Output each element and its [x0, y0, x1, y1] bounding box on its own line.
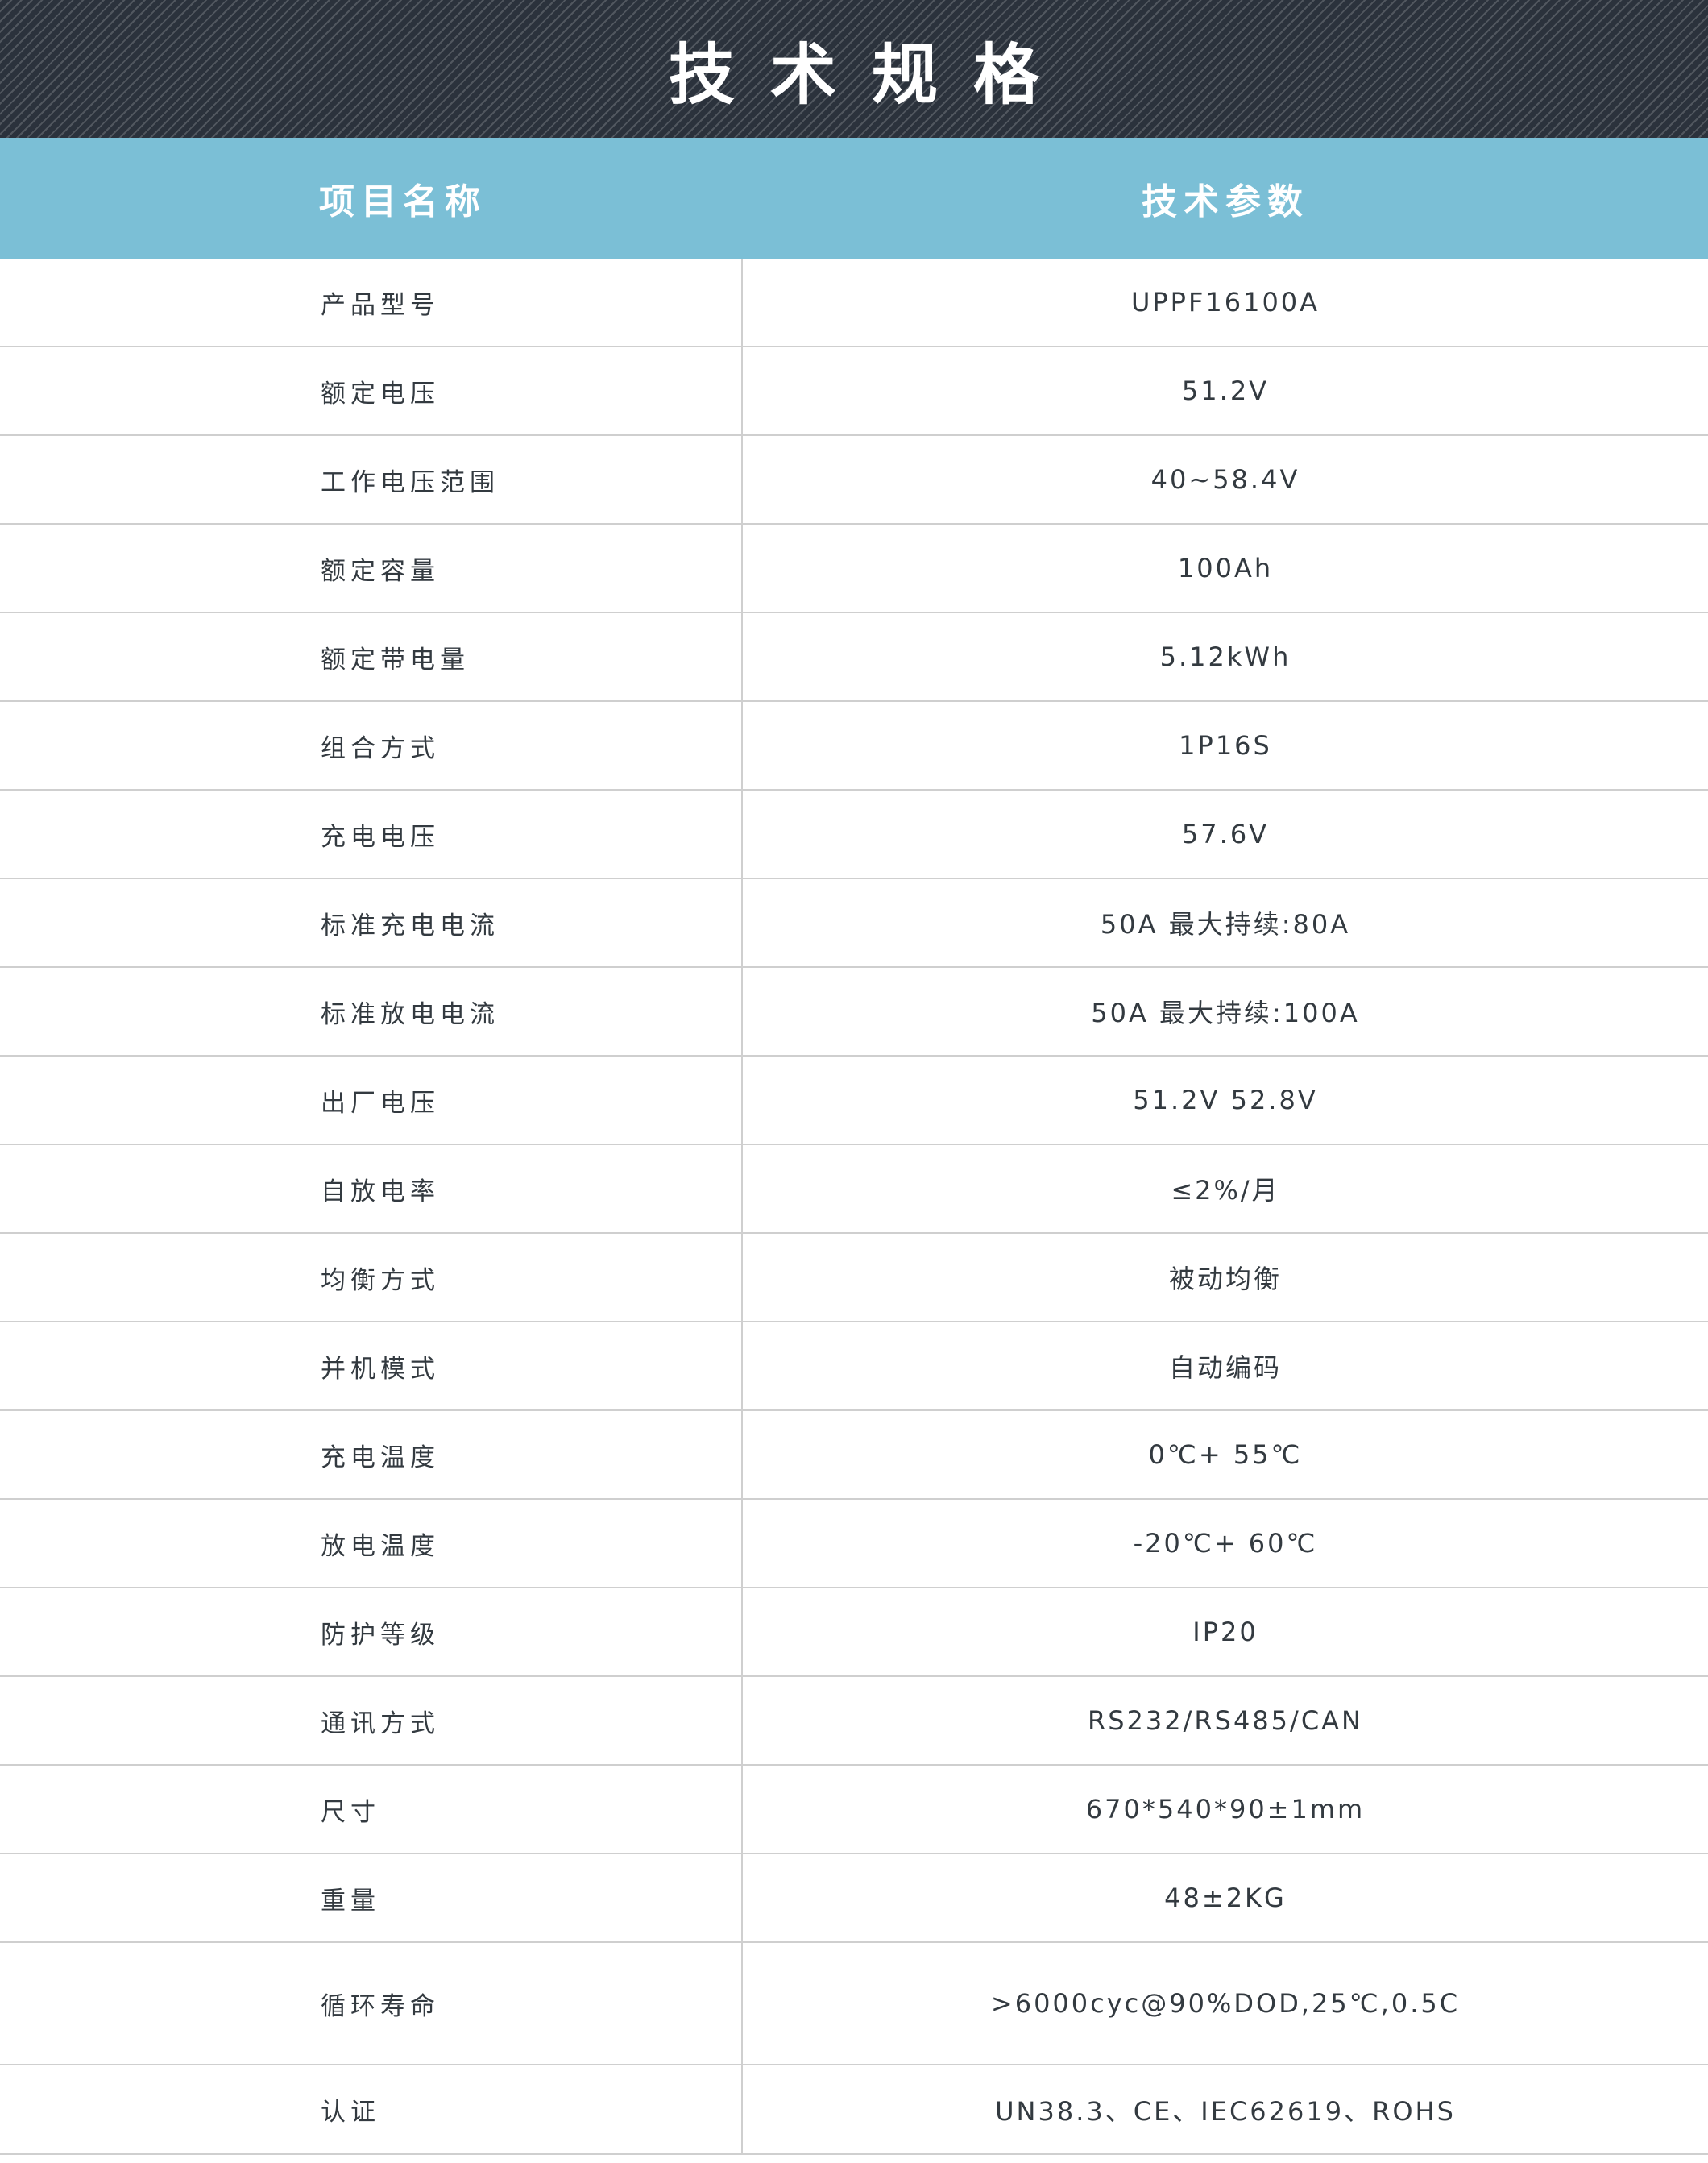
spec-value: 自动编码	[1168, 1352, 1282, 1383]
spec-value: UPPF16100A	[1130, 287, 1320, 318]
spec-value: 50A 最大持续:80A	[1100, 909, 1351, 940]
table-row: 额定带电量 5.12kWh	[0, 613, 1708, 702]
spec-name: 认证	[0, 2065, 743, 2153]
spec-value: 51.2V 52.8V	[1133, 1085, 1318, 1115]
spec-name: 放电温度	[0, 1500, 743, 1587]
spec-value: 40~58.4V	[1150, 464, 1300, 495]
spec-value: 670*540*90±1mm	[1085, 1794, 1366, 1825]
spec-name: 标准放电电流	[0, 968, 743, 1055]
spec-value: >6000cyc@90%DOD,25℃,0.5C	[990, 1988, 1461, 2019]
spec-name: 尺寸	[0, 1766, 743, 1853]
spec-name: 出厂电压	[0, 1057, 743, 1144]
spec-value: 5.12kWh	[1159, 641, 1291, 672]
spec-value: 1P16S	[1179, 730, 1272, 761]
spec-name: 组合方式	[0, 702, 743, 789]
table-row: 出厂电压 51.2V 52.8V	[0, 1057, 1708, 1145]
table-row: 通讯方式 RS232/RS485/CAN	[0, 1677, 1708, 1766]
spec-value: 0℃+ 55℃	[1148, 1439, 1303, 1470]
spec-table: 产品型号 UPPF16100A 额定电压 51.2V 工作电压范围 40~58.…	[0, 259, 1708, 2155]
spec-name: 额定容量	[0, 525, 743, 612]
table-header: 项目名称 技术参数	[0, 138, 1708, 259]
spec-value: 57.6V	[1181, 819, 1270, 849]
spec-name: 产品型号	[0, 259, 743, 346]
table-row: 充电电压 57.6V	[0, 791, 1708, 879]
table-row: 均衡方式 被动均衡	[0, 1234, 1708, 1322]
title-band: 技术规格	[0, 0, 1708, 138]
spec-name: 充电电压	[0, 791, 743, 878]
spec-name: 防护等级	[0, 1588, 743, 1675]
page-title: 技术规格	[668, 37, 1075, 114]
table-row: 防护等级 IP20	[0, 1588, 1708, 1677]
spec-name: 循环寿命	[0, 1943, 743, 2064]
spec-value: UN38.3、CE、IEC62619、ROHS	[995, 2095, 1456, 2127]
spec-name: 标准充电电流	[0, 879, 743, 966]
spec-value: -20℃+ 60℃	[1133, 1528, 1318, 1559]
spec-value: IP20	[1192, 1617, 1258, 1647]
table-row: 额定电压 51.2V	[0, 347, 1708, 436]
spec-name: 自放电率	[0, 1145, 743, 1232]
spec-value: RS232/RS485/CAN	[1088, 1705, 1363, 1736]
table-row: 标准放电电流 50A 最大持续:100A	[0, 968, 1708, 1057]
table-row: 认证 UN38.3、CE、IEC62619、ROHS	[0, 2065, 1708, 2155]
spec-name: 额定电压	[0, 347, 743, 434]
spec-name: 重量	[0, 1854, 743, 1941]
table-row: 自放电率 ≤2%/月	[0, 1145, 1708, 1234]
spec-name: 工作电压范围	[0, 436, 743, 523]
table-row: 重量 48±2KG	[0, 1854, 1708, 1943]
table-row: 额定容量 100Ah	[0, 525, 1708, 613]
spec-value: ≤2%/月	[1171, 1175, 1280, 1206]
table-row: 放电温度 -20℃+ 60℃	[0, 1500, 1708, 1588]
spec-name: 并机模式	[0, 1322, 743, 1409]
table-row: 并机模式 自动编码	[0, 1322, 1708, 1411]
spec-value: 100Ah	[1177, 553, 1274, 583]
table-row: 标准充电电流 50A 最大持续:80A	[0, 879, 1708, 968]
header-item-name: 项目名称	[319, 181, 487, 222]
spec-name: 均衡方式	[0, 1234, 743, 1321]
spec-value: 50A 最大持续:100A	[1091, 998, 1360, 1028]
spec-name: 充电温度	[0, 1411, 743, 1498]
table-row: 组合方式 1P16S	[0, 702, 1708, 791]
spec-value: 51.2V	[1181, 376, 1270, 406]
spec-name: 额定带电量	[0, 613, 743, 700]
spec-value: 48±2KG	[1164, 1883, 1287, 1913]
table-row: 循环寿命 >6000cyc@90%DOD,25℃,0.5C	[0, 1943, 1708, 2065]
table-row: 工作电压范围 40~58.4V	[0, 436, 1708, 525]
spec-name: 通讯方式	[0, 1677, 743, 1764]
header-spec-value: 技术参数	[1142, 181, 1309, 222]
table-row: 充电温度 0℃+ 55℃	[0, 1411, 1708, 1500]
table-row: 产品型号 UPPF16100A	[0, 259, 1708, 347]
spec-value: 被动均衡	[1168, 1264, 1282, 1294]
table-row: 尺寸 670*540*90±1mm	[0, 1766, 1708, 1854]
